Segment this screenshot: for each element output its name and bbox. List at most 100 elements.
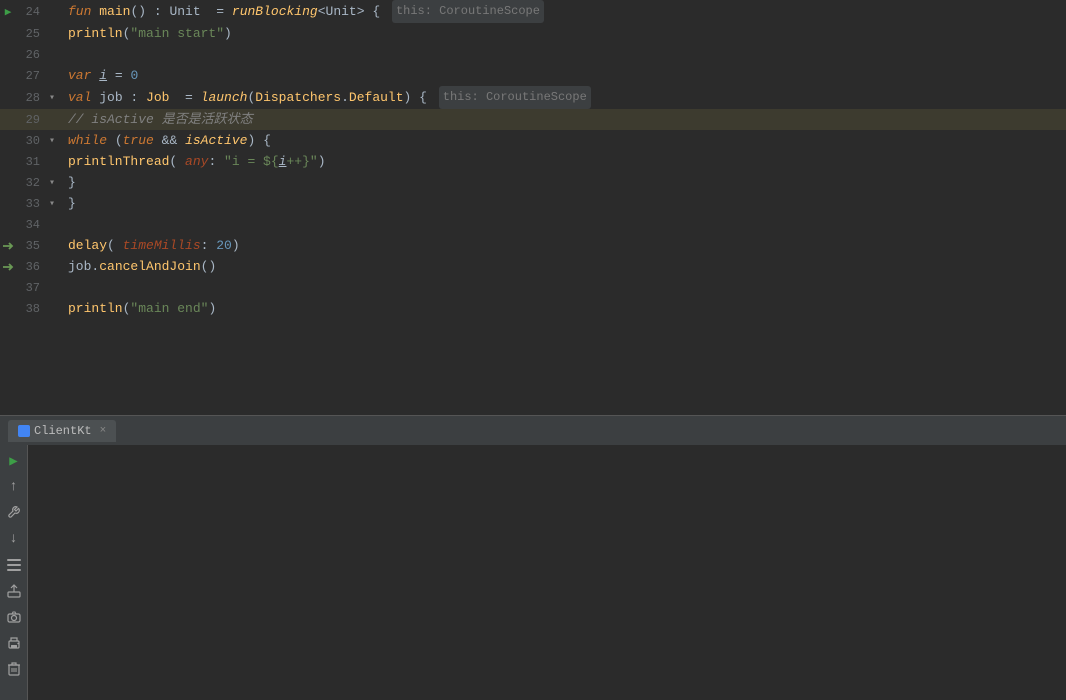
code-token: isActive xyxy=(185,130,247,151)
line-number: 37 xyxy=(16,281,46,295)
code-content xyxy=(64,44,1066,65)
code-token: while xyxy=(68,130,115,151)
line-number: 28 xyxy=(16,91,46,105)
code-lines: ▶24fun main() : Unit = runBlocking<Unit>… xyxy=(0,0,1066,319)
line-number: 26 xyxy=(16,48,46,62)
code-content: // isActive 是否是活跃状态 xyxy=(64,109,1066,130)
code-token: Default xyxy=(349,87,404,108)
code-line: 30▾ while (true && isActive) { xyxy=(0,130,1066,151)
code-line: 35 delay( timeMillis: 20) xyxy=(0,235,1066,256)
code-token: ) xyxy=(224,23,232,44)
code-token: any xyxy=(185,151,208,172)
code-line: 26 xyxy=(0,44,1066,65)
line-number: 33 xyxy=(16,197,46,211)
line-gutter: 29 xyxy=(0,109,64,130)
line-gutter: 28▾ xyxy=(0,86,64,109)
line-number: 29 xyxy=(16,113,46,127)
camera-icon xyxy=(7,611,21,623)
screenshot-button[interactable] xyxy=(2,605,26,629)
line-gutter: 37 xyxy=(0,277,64,298)
code-token: timeMillis xyxy=(123,235,201,256)
code-token: job xyxy=(99,87,122,108)
code-content: while (true && isActive) { xyxy=(64,130,1066,151)
code-token: i xyxy=(99,65,107,86)
code-line: 27 var i = 0 xyxy=(0,65,1066,86)
code-content: delay( timeMillis: 20) xyxy=(64,235,1066,256)
code-token: delay xyxy=(68,235,107,256)
code-token: && xyxy=(154,130,185,151)
line-gutter: 27 xyxy=(0,65,64,86)
code-token: () : xyxy=(130,1,169,22)
scroll-down-button[interactable]: ↓ xyxy=(2,527,26,551)
code-token: Dispatchers xyxy=(255,87,341,108)
delete-button[interactable] xyxy=(2,657,26,681)
line-gutter: 26 xyxy=(0,44,64,65)
list-icon xyxy=(7,559,21,571)
code-content: } xyxy=(64,172,1066,193)
code-token: main xyxy=(99,1,130,22)
code-content: val job : Job = launch(Dispatchers.Defau… xyxy=(64,86,1066,109)
code-line: 29 // isActive 是否是活跃状态 xyxy=(0,109,1066,130)
code-token: var xyxy=(68,65,99,86)
fold-icon[interactable]: ▾ xyxy=(46,135,58,147)
code-token: . xyxy=(91,256,99,277)
fold-icon[interactable]: ▾ xyxy=(46,92,58,104)
debug-arrow[interactable] xyxy=(0,239,16,253)
code-line: 25 println("main start") xyxy=(0,23,1066,44)
code-token: cancelAndJoin xyxy=(99,256,200,277)
debug-arrow[interactable] xyxy=(0,260,16,274)
code-token: fun xyxy=(68,1,99,22)
fold-icon[interactable]: ▾ xyxy=(46,177,58,189)
run-tab[interactable]: ClientKt × xyxy=(8,420,116,442)
code-line: 31 printlnThread( any: "i = ${i++}") xyxy=(0,151,1066,172)
output-area xyxy=(28,445,1066,700)
code-token: ( xyxy=(123,23,131,44)
fold-icon[interactable]: ▾ xyxy=(46,198,58,210)
code-content xyxy=(64,277,1066,298)
code-token: val xyxy=(68,87,99,108)
code-line: 38 println("main end") xyxy=(0,298,1066,319)
run-line-button[interactable]: ▶ xyxy=(0,5,16,19)
code-line: 36 job.cancelAndJoin() xyxy=(0,256,1066,277)
code-token: printlnThread xyxy=(68,151,169,172)
code-line: 37 xyxy=(0,277,1066,298)
line-gutter: 31 xyxy=(0,151,64,172)
type-hint: this: CoroutineScope xyxy=(439,86,591,109)
line-gutter: 25 xyxy=(0,23,64,44)
export-icon xyxy=(7,584,21,598)
line-gutter: 34 xyxy=(0,214,64,235)
code-token: 0 xyxy=(130,65,138,86)
line-number: 31 xyxy=(16,155,46,169)
trash-icon xyxy=(8,662,20,676)
run-tab-close[interactable]: × xyxy=(100,425,107,437)
code-token: "main end" xyxy=(130,298,208,319)
run-button[interactable]: ▶ xyxy=(2,449,26,473)
code-token: ) xyxy=(208,298,216,319)
code-token: Job xyxy=(146,87,169,108)
code-content: var i = 0 xyxy=(64,65,1066,86)
line-number: 24 xyxy=(16,5,46,19)
line-number: 34 xyxy=(16,218,46,232)
code-token: } xyxy=(68,193,76,214)
export-button[interactable] xyxy=(2,579,26,603)
code-token: i xyxy=(279,151,287,172)
line-gutter: 30▾ xyxy=(0,130,64,151)
code-token: launch xyxy=(201,87,248,108)
wrench-icon xyxy=(7,506,21,520)
scroll-up-button[interactable]: ↑ xyxy=(2,475,26,499)
line-gutter: 35 xyxy=(0,235,64,256)
code-content: printlnThread( any: "i = ${i++}") xyxy=(64,151,1066,172)
type-hint: this: CoroutineScope xyxy=(392,0,544,23)
list-button[interactable] xyxy=(2,553,26,577)
print-button[interactable] xyxy=(2,631,26,655)
code-token: = xyxy=(107,65,130,86)
code-token: runBlocking xyxy=(232,1,318,22)
settings-button[interactable] xyxy=(2,501,26,525)
line-number: 30 xyxy=(16,134,46,148)
code-token: // isActive 是否是活跃状态 xyxy=(68,109,253,130)
code-token: } xyxy=(68,172,76,193)
code-token: 20 xyxy=(216,235,232,256)
print-icon xyxy=(7,637,21,650)
left-toolbar: ▶ ↑ ↓ xyxy=(0,445,28,700)
line-number: 35 xyxy=(16,239,46,253)
